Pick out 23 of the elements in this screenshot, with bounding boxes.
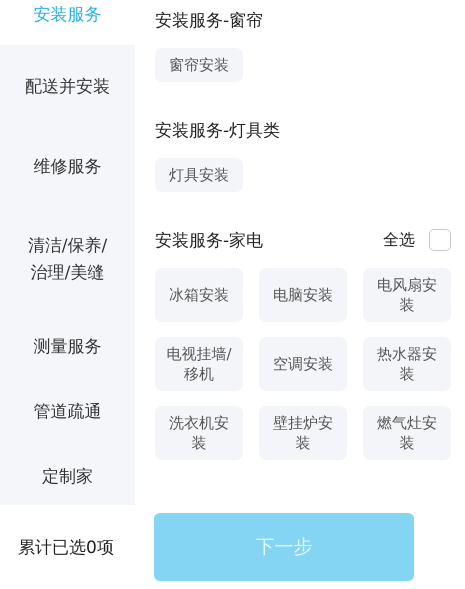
- service-option[interactable]: 窗帘安装: [155, 48, 243, 82]
- service-option[interactable]: 电风扇安装: [363, 268, 451, 322]
- category-tab[interactable]: 测量服务: [0, 315, 135, 380]
- select-all-label: 全选: [383, 230, 415, 250]
- service-option[interactable]: 燃气灶安装: [363, 406, 451, 460]
- service-option[interactable]: 空调安装: [259, 337, 347, 391]
- selected-count: 累计已选0项: [18, 536, 114, 558]
- section-title: 安装服务-窗帘: [155, 10, 264, 32]
- service-option[interactable]: 灯具安装: [155, 158, 243, 192]
- service-option[interactable]: 洗衣机安装: [155, 406, 243, 460]
- section-title: 安装服务-灯具类: [155, 120, 280, 142]
- select-all-checkbox[interactable]: [429, 229, 451, 251]
- section-title: 安装服务-家电: [155, 230, 264, 252]
- category-tab[interactable]: 清洁/保养/治理/美缝: [0, 205, 135, 315]
- service-option[interactable]: 热水器安装: [363, 337, 451, 391]
- service-option[interactable]: 电脑安装: [259, 268, 347, 322]
- service-option[interactable]: 壁挂炉安装: [259, 406, 347, 460]
- category-tab[interactable]: 管道疏通: [0, 380, 135, 445]
- category-tab[interactable]: 维修服务: [0, 130, 135, 205]
- service-option[interactable]: 电视挂墙/移机: [155, 337, 243, 391]
- category-tab[interactable]: 定制家: [0, 445, 135, 505]
- category-tab[interactable]: 配送并安装: [0, 45, 135, 130]
- service-option[interactable]: 冰箱安装: [155, 268, 243, 322]
